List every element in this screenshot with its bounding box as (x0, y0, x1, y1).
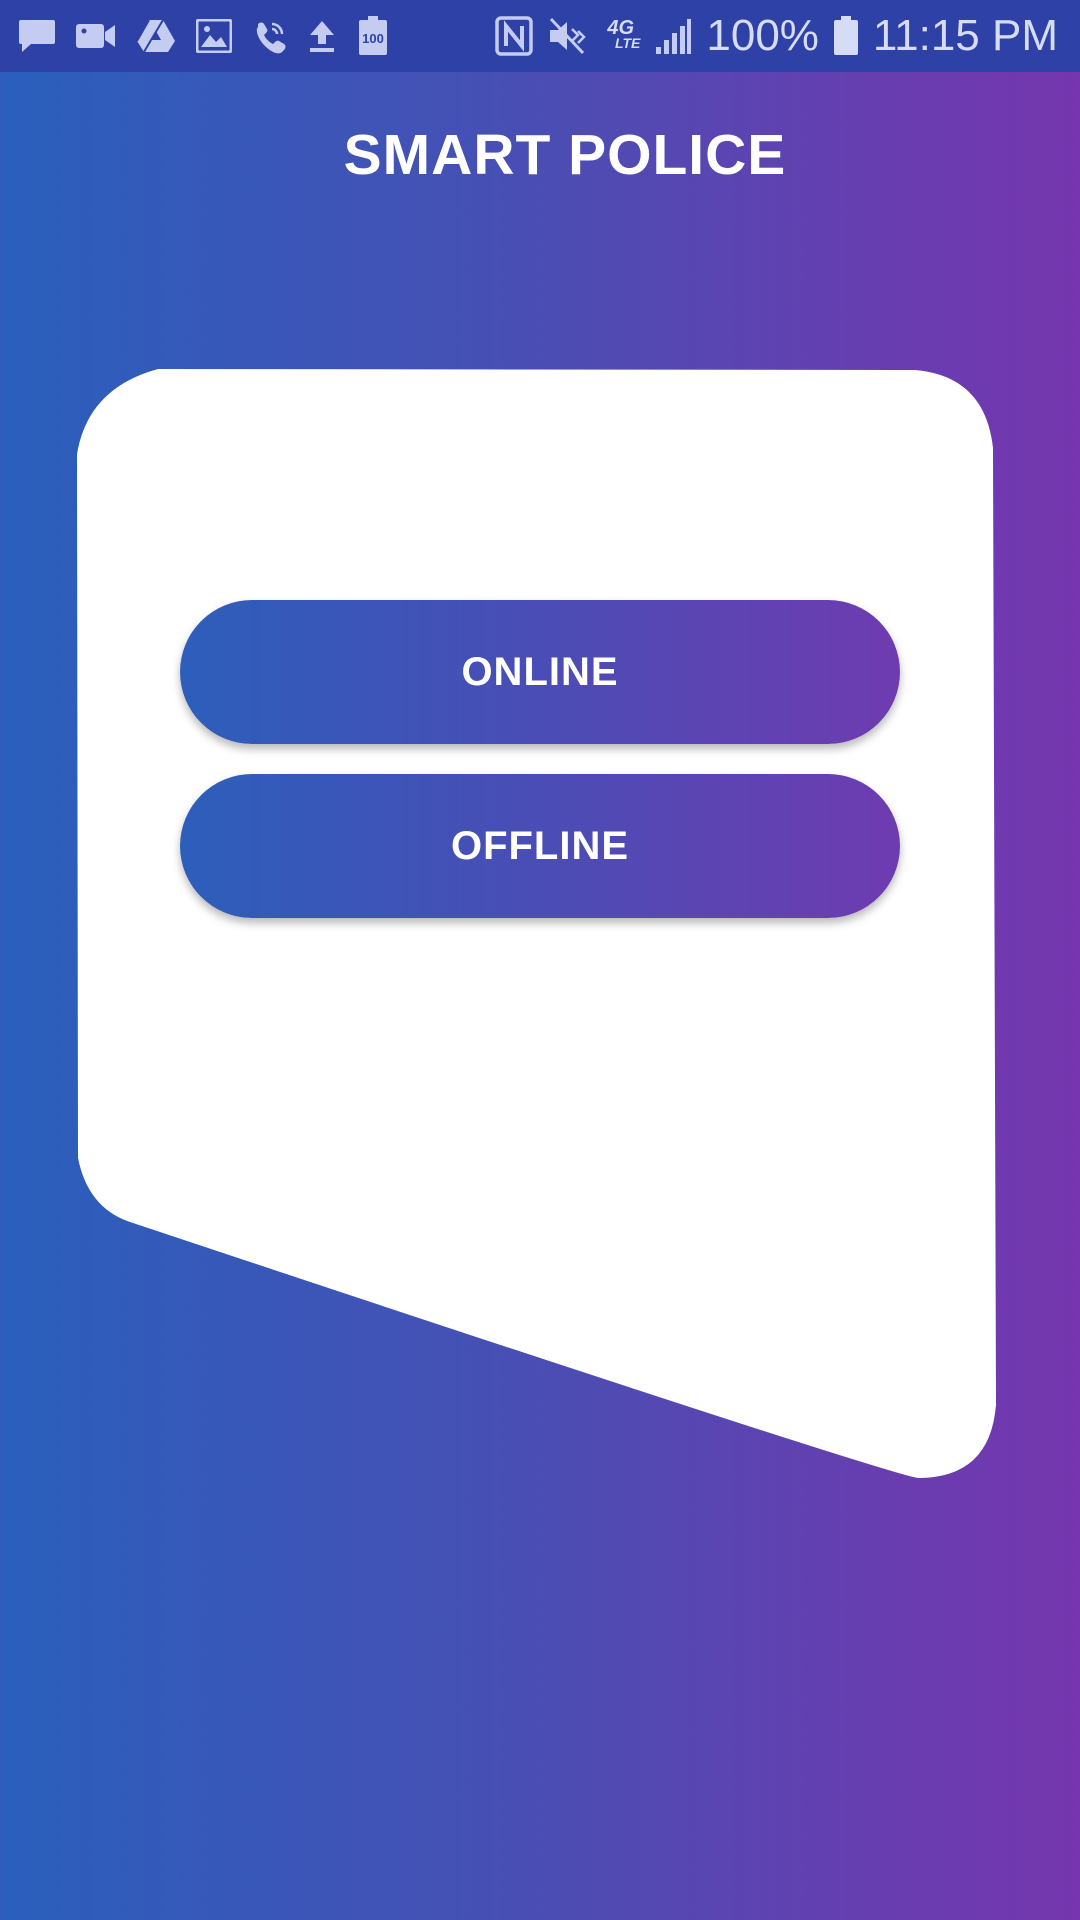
online-button-label: ONLINE (461, 649, 619, 694)
offline-button[interactable]: OFFLINE (180, 774, 900, 918)
offline-button-label: OFFLINE (450, 823, 630, 868)
online-button[interactable]: ONLINE (180, 600, 900, 744)
login-card (77, 369, 996, 1478)
